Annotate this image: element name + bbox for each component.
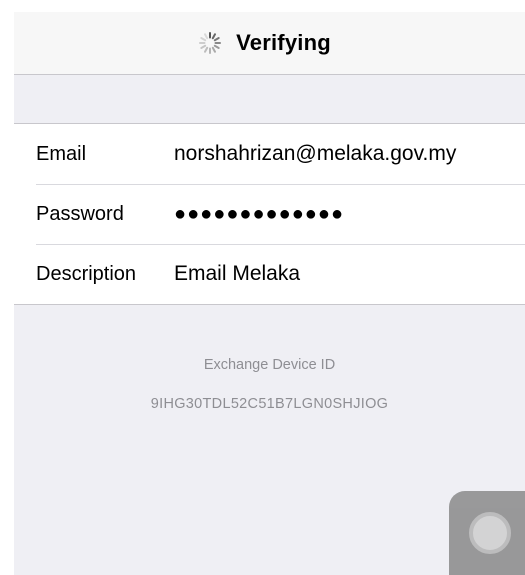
assistive-touch-icon [469, 512, 511, 554]
exchange-device-id-value: 9IHG30TDL52C51B7LGN0SHJIOG [150, 396, 389, 412]
description-field[interactable]: Email Melaka [174, 262, 300, 286]
password-field[interactable]: ●●●●●●●●●●●●● [174, 203, 344, 226]
email-row[interactable]: Email norshahrizan@melaka.gov.my [14, 124, 525, 184]
description-row[interactable]: Description Email Melaka [14, 244, 525, 304]
nav-title: Verifying [236, 30, 331, 55]
password-label: Password [36, 202, 124, 225]
account-form-group: Email norshahrizan@melaka.gov.my Passwor… [14, 123, 525, 305]
description-label: Description [36, 262, 137, 285]
nav-title-group: Verifying [198, 30, 331, 56]
assistive-touch-button[interactable] [449, 491, 525, 575]
settings-content: Email norshahrizan@melaka.gov.my Passwor… [14, 75, 525, 575]
exchange-device-id-label: Exchange Device ID [203, 357, 336, 373]
email-label: Email [36, 142, 87, 165]
activity-spinner-icon [199, 32, 222, 54]
password-row[interactable]: Password ●●●●●●●●●●●●● [14, 184, 525, 244]
navigation-bar: Verifying [14, 12, 525, 75]
email-field[interactable]: norshahrizan@melaka.gov.my [174, 142, 456, 166]
